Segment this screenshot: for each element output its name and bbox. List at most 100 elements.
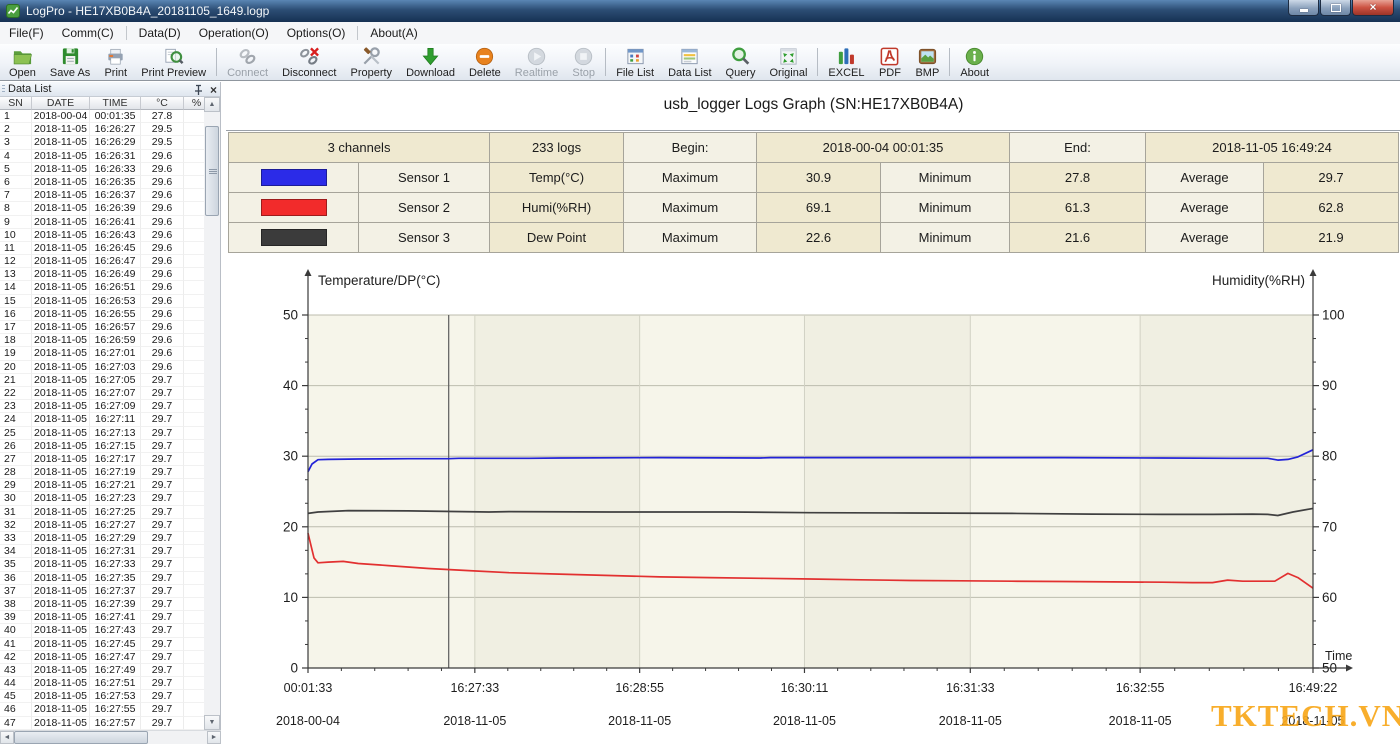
toolbar-data-list-button[interactable]: Data List (661, 44, 718, 80)
toolbar-property-button[interactable]: Property (343, 44, 399, 80)
toolbar-bmp-button[interactable]: BMP (908, 44, 946, 80)
table-row[interactable]: 432018-11-0516:27:4929.7 (0, 664, 205, 677)
toolbar-file-list-button[interactable]: File List (609, 44, 661, 80)
menu-file[interactable]: File(F) (0, 23, 53, 43)
table-row[interactable]: 282018-11-0516:27:1929.7 (0, 466, 205, 479)
table-row[interactable]: 372018-11-0516:27:3729.7 (0, 585, 205, 598)
table-row[interactable]: 52018-11-0516:26:3329.6 (0, 163, 205, 176)
table-row[interactable]: 192018-11-0516:27:0129.6 (0, 347, 205, 360)
toolbar-pdf-button[interactable]: PDF (871, 44, 908, 80)
table-row[interactable]: 102018-11-0516:26:4329.6 (0, 229, 205, 242)
table-row[interactable]: 22018-11-0516:26:2729.5 (0, 123, 205, 136)
scroll-right-icon[interactable]: ► (207, 731, 221, 744)
menu-operation[interactable]: Operation(O) (190, 23, 278, 43)
pin-icon[interactable] (193, 84, 204, 96)
menu-comm[interactable]: Comm(C) (53, 23, 123, 43)
svg-text:10: 10 (283, 590, 298, 605)
table-row[interactable]: 152018-11-0516:26:5329.6 (0, 295, 205, 308)
table-row[interactable]: 392018-11-0516:27:4129.7 (0, 611, 205, 624)
table-row[interactable]: 272018-11-0516:27:1729.7 (0, 453, 205, 466)
svg-text:16:49:22: 16:49:22 (1289, 681, 1338, 695)
column-header-%[interactable]: % (184, 97, 205, 110)
table-row[interactable]: 182018-11-0516:26:5929.6 (0, 334, 205, 347)
toolbar-realtime-button[interactable]: Realtime (508, 44, 565, 80)
toolbar-original-button[interactable]: Original (762, 44, 814, 80)
toolbar-about-button[interactable]: About (953, 44, 996, 80)
table-row[interactable]: 172018-11-0516:26:5729.6 (0, 321, 205, 334)
menu-data[interactable]: Data(D) (130, 23, 190, 43)
table-row[interactable]: 352018-11-0516:27:3329.7 (0, 558, 205, 571)
table-row[interactable]: 412018-11-0516:27:4529.7 (0, 638, 205, 651)
table-row[interactable]: 252018-11-0516:27:1329.7 (0, 427, 205, 440)
table-row[interactable]: 302018-11-0516:27:2329.7 (0, 492, 205, 505)
table-row[interactable]: 362018-11-0516:27:3529.7 (0, 572, 205, 585)
cell-date: 2018-11-05 (32, 519, 90, 532)
table-row[interactable]: 142018-11-0516:26:5129.6 (0, 281, 205, 294)
data-list-panel-header[interactable]: Data List × (0, 82, 220, 97)
table-row[interactable]: 382018-11-0516:27:3929.7 (0, 598, 205, 611)
table-row[interactable]: 112018-11-0516:26:4529.6 (0, 242, 205, 255)
table-row[interactable]: 312018-11-0516:27:2529.7 (0, 506, 205, 519)
scroll-up-icon[interactable]: ▲ (204, 97, 220, 112)
table-row[interactable]: 422018-11-0516:27:4729.7 (0, 651, 205, 664)
table-row[interactable]: 202018-11-0516:27:0329.6 (0, 361, 205, 374)
toolbar-connect-button[interactable]: Connect (220, 44, 275, 80)
toolbar-delete-button[interactable]: Delete (462, 44, 508, 80)
table-row[interactable]: 42018-11-0516:26:3129.6 (0, 150, 205, 163)
horizontal-scroll-thumb[interactable] (14, 731, 148, 744)
table-row[interactable]: 442018-11-0516:27:5129.7 (0, 677, 205, 690)
table-row[interactable]: 12018-00-0400:01:3527.8 (0, 110, 205, 123)
maximize-button[interactable] (1320, 0, 1351, 16)
toolbar-query-button[interactable]: Query (719, 44, 763, 80)
toolbar-print-preview-button[interactable]: Print Preview (134, 44, 213, 80)
table-row[interactable]: 242018-11-0516:27:1129.7 (0, 413, 205, 426)
toolbar-print-button[interactable]: Print (97, 44, 134, 80)
table-row[interactable]: 162018-11-0516:26:5529.6 (0, 308, 205, 321)
table-row[interactable]: 342018-11-0516:27:3129.7 (0, 545, 205, 558)
toolbar-save-as-button[interactable]: Save As (43, 44, 97, 80)
table-row[interactable]: 472018-11-0516:27:5729.7 (0, 717, 205, 730)
column-header-°C[interactable]: °C (141, 97, 184, 110)
vertical-scroll-thumb[interactable] (205, 126, 219, 216)
table-row[interactable]: 262018-11-0516:27:1529.7 (0, 440, 205, 453)
table-row[interactable]: 32018-11-0516:26:2929.5 (0, 136, 205, 149)
title-bar[interactable]: LogPro - HE17XB0B4A_20181105_1649.logp × (0, 0, 1400, 22)
horizontal-scrollbar[interactable]: ◄ ► (0, 730, 221, 744)
table-row[interactable]: 222018-11-0516:27:0729.7 (0, 387, 205, 400)
table-row[interactable]: 92018-11-0516:26:4129.6 (0, 216, 205, 229)
toolbar-excel-button[interactable]: EXCEL (821, 44, 871, 80)
menu-about[interactable]: About(A) (361, 23, 426, 43)
cell-sn: 5 (0, 163, 32, 176)
cell-time: 16:26:57 (90, 321, 141, 334)
column-header-TIME[interactable]: TIME (90, 97, 141, 110)
table-row[interactable]: 402018-11-0516:27:4329.7 (0, 624, 205, 637)
column-header-DATE[interactable]: DATE (32, 97, 90, 110)
table-row[interactable]: 132018-11-0516:26:4929.6 (0, 268, 205, 281)
toolbar-stop-button[interactable]: Stop (565, 44, 602, 80)
logs-chart[interactable]: 01020304050506070809010000:01:332018-00-… (227, 260, 1400, 744)
cell-humi (184, 150, 205, 163)
column-header-SN[interactable]: SN (0, 97, 32, 110)
table-row[interactable]: 232018-11-0516:27:0929.7 (0, 400, 205, 413)
panel-close-icon[interactable]: × (210, 84, 217, 96)
vertical-scrollbar[interactable]: ▲ ▼ (204, 97, 220, 730)
table-row[interactable]: 292018-11-0516:27:2129.7 (0, 479, 205, 492)
scroll-left-icon[interactable]: ◄ (0, 731, 14, 744)
table-row[interactable]: 212018-11-0516:27:0529.7 (0, 374, 205, 387)
excel-bars-icon (835, 46, 858, 67)
table-row[interactable]: 462018-11-0516:27:5529.7 (0, 703, 205, 716)
menu-options[interactable]: Options(O) (278, 23, 355, 43)
table-row[interactable]: 72018-11-0516:26:3729.6 (0, 189, 205, 202)
table-row[interactable]: 82018-11-0516:26:3929.6 (0, 202, 205, 215)
minimize-button[interactable] (1288, 0, 1319, 16)
table-row[interactable]: 62018-11-0516:26:3529.6 (0, 176, 205, 189)
toolbar-open-button[interactable]: Open (2, 44, 43, 80)
toolbar-download-button[interactable]: Download (399, 44, 462, 80)
close-button[interactable]: × (1352, 0, 1394, 16)
table-row[interactable]: 452018-11-0516:27:5329.7 (0, 690, 205, 703)
toolbar-disconnect-button[interactable]: Disconnect (275, 44, 343, 80)
table-row[interactable]: 122018-11-0516:26:4729.6 (0, 255, 205, 268)
scroll-down-icon[interactable]: ▼ (204, 715, 220, 730)
table-row[interactable]: 332018-11-0516:27:2929.7 (0, 532, 205, 545)
table-row[interactable]: 322018-11-0516:27:2729.7 (0, 519, 205, 532)
